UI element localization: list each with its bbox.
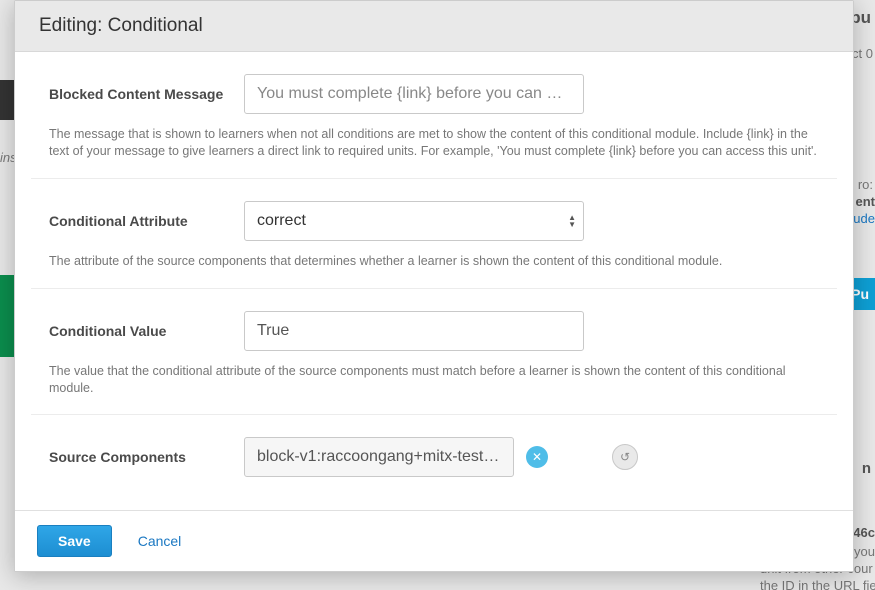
- bg-dark-strip: [0, 80, 14, 120]
- field-source-components: Source Components block-v1:raccoongang+m…: [31, 415, 837, 495]
- bg-text: ct 0: [852, 46, 873, 61]
- field-label: Blocked Content Message: [49, 86, 244, 102]
- save-button[interactable]: Save: [37, 525, 112, 557]
- field-blocked-content-message: Blocked Content Message The message that…: [31, 52, 837, 179]
- field-help: The attribute of the source components t…: [49, 253, 819, 270]
- field-help: The value that the conditional attribute…: [49, 363, 819, 397]
- undo-icon[interactable]: ↺: [612, 444, 638, 470]
- blocked-content-input[interactable]: [244, 74, 584, 114]
- conditional-attribute-select[interactable]: correct: [244, 201, 584, 241]
- bg-text: ude: [853, 211, 875, 226]
- modal-title: Editing: Conditional: [15, 1, 853, 52]
- editor-modal: Editing: Conditional Blocked Content Mes…: [14, 0, 854, 572]
- bg-text: you: [854, 544, 875, 559]
- modal-footer: Save Cancel: [15, 510, 853, 571]
- field-label: Source Components: [49, 449, 244, 465]
- conditional-value-input[interactable]: [244, 311, 584, 351]
- bg-text: n: [862, 460, 871, 477]
- bg-text: 46c: [853, 525, 875, 540]
- field-label: Conditional Value: [49, 323, 244, 339]
- cancel-button[interactable]: Cancel: [138, 533, 182, 549]
- source-component-item[interactable]: block-v1:raccoongang+mitx-test…: [244, 437, 514, 477]
- field-label: Conditional Attribute: [49, 213, 244, 229]
- field-conditional-value: Conditional Value The value that the con…: [31, 289, 837, 416]
- bg-text: ro:: [858, 177, 873, 192]
- bg-green-strip: [0, 275, 14, 357]
- field-conditional-attribute: Conditional Attribute correct ▲▼ The att…: [31, 179, 837, 289]
- modal-body: Blocked Content Message The message that…: [15, 52, 853, 510]
- bg-text: ent: [856, 194, 875, 209]
- remove-icon[interactable]: ✕: [526, 446, 548, 468]
- bg-text: the ID in the URL fiel: [760, 578, 875, 590]
- field-help: The message that is shown to learners wh…: [49, 126, 819, 160]
